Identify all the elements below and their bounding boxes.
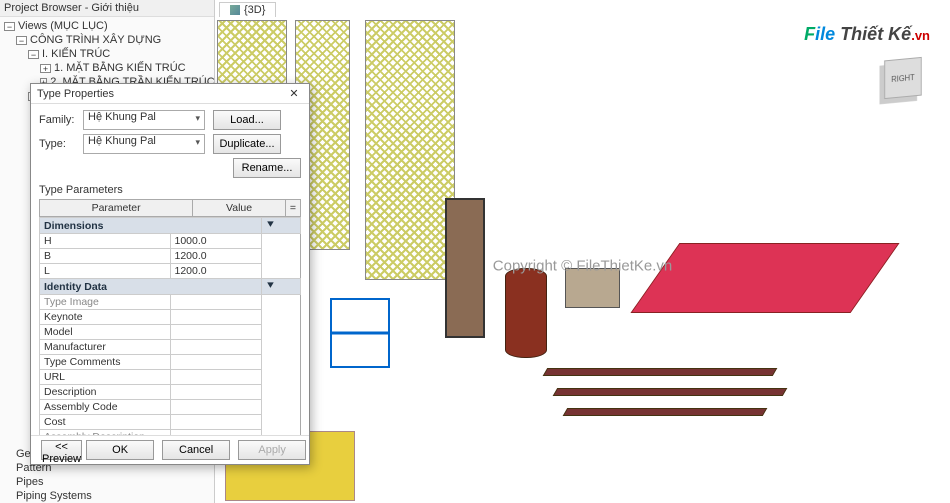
col-parameter: Parameter [40, 200, 193, 217]
cube-icon [230, 5, 240, 15]
preview-button[interactable]: << Preview [41, 440, 82, 460]
close-icon[interactable]: ✕ [285, 87, 303, 100]
view-cube-face[interactable]: RIGHT [884, 57, 922, 99]
param-row[interactable]: L1200.0 [40, 264, 301, 279]
type-combo[interactable]: Hệ Khung Pal [83, 134, 205, 154]
viewport-3d[interactable]: Copyright © FileThietKe.vn File Thiết Kế… [215, 18, 950, 503]
model-slab [630, 243, 899, 313]
param-row[interactable]: Manufacturer [40, 340, 301, 355]
model-box [565, 268, 620, 308]
param-row[interactable]: Type Image [40, 295, 301, 310]
tree-root[interactable]: −Views (MỤC LỤC) [4, 19, 214, 33]
model-beam [553, 388, 788, 396]
param-row[interactable]: Cost [40, 415, 301, 430]
family-combo[interactable]: Hệ Khung Pal [83, 110, 205, 130]
collapse-icon[interactable]: − [16, 36, 27, 45]
group-dimensions[interactable]: Dimensions⯆ [40, 218, 301, 234]
collapse-icon[interactable]: − [4, 22, 15, 31]
model-column [445, 198, 485, 338]
expand-icon[interactable]: + [40, 64, 51, 73]
model-scaffold [365, 20, 455, 280]
load-button[interactable]: Load... [213, 110, 281, 130]
model-beam [543, 368, 778, 376]
apply-button[interactable]: Apply [238, 440, 306, 460]
param-row[interactable]: URL [40, 370, 301, 385]
tree-node[interactable]: +1. MẶT BẰNG KIẾN TRÚC [4, 61, 214, 75]
view-cube[interactable]: RIGHT [875, 58, 930, 113]
project-browser-title: Project Browser - Giới thiệu [0, 0, 214, 17]
param-row[interactable]: Model [40, 325, 301, 340]
param-row[interactable]: Keynote [40, 310, 301, 325]
ok-button[interactable]: OK [86, 440, 154, 460]
col-lock: = [285, 200, 300, 217]
param-table-header: Parameter Value = [39, 199, 301, 217]
tree-node[interactable]: Pipes [4, 475, 215, 489]
type-label: Type: [39, 138, 79, 150]
view-tabs: {3D} [215, 0, 276, 18]
model-cylinder [505, 268, 547, 358]
param-row[interactable]: Type Comments [40, 355, 301, 370]
view-tab-3d[interactable]: {3D} [219, 2, 276, 17]
collapse-icon[interactable]: − [28, 50, 39, 59]
tree-node[interactable]: Piping Systems [4, 489, 215, 503]
cancel-button[interactable]: Cancel [162, 440, 230, 460]
param-row[interactable]: Description [40, 385, 301, 400]
model-frame [330, 298, 390, 368]
type-properties-dialog: Type Properties ✕ Family: Hệ Khung Pal L… [30, 83, 310, 465]
model-beam [563, 408, 768, 416]
param-row[interactable]: B1200.0 [40, 249, 301, 264]
col-value: Value [193, 200, 286, 217]
dialog-footer: << Preview OK Cancel Apply [31, 435, 309, 464]
tree-node[interactable]: −I. KIẾN TRÚC [4, 47, 214, 61]
dialog-titlebar[interactable]: Type Properties ✕ [31, 84, 309, 104]
family-label: Family: [39, 114, 79, 126]
param-row[interactable]: Assembly Code [40, 400, 301, 415]
tree-node[interactable]: −CÔNG TRÌNH XÂY DỰNG [4, 33, 214, 47]
duplicate-button[interactable]: Duplicate... [213, 134, 281, 154]
type-parameters-label: Type Parameters [39, 184, 301, 196]
rename-button[interactable]: Rename... [233, 158, 301, 178]
param-row[interactable]: H1000.0 [40, 234, 301, 249]
group-identity[interactable]: Identity Data⯆ [40, 279, 301, 295]
param-scroll[interactable]: Dimensions⯆ H1000.0 B1200.0 L1200.0 Iden… [39, 217, 301, 435]
dialog-title-text: Type Properties [37, 88, 114, 100]
brand-logo: File Thiết Kế.vn [804, 24, 930, 45]
